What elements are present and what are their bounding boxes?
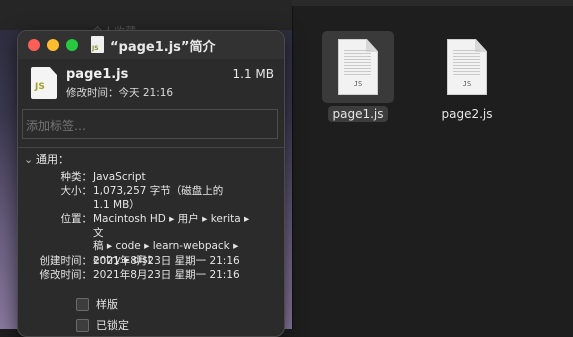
finder-sidebar-top: [0, 0, 292, 30]
stationery-label: 样版: [96, 298, 118, 311]
file-item-page2[interactable]: JS page2.js: [427, 31, 507, 122]
where-label: 位置：: [60, 213, 93, 225]
where-line2: 稿 ▸ code ▸ learn-webpack ▸: [93, 240, 239, 252]
kind-row: 种类： JavaScript: [18, 171, 284, 185]
window-titlebar[interactable]: JS “page1.js”简介: [18, 31, 284, 59]
stationery-option[interactable]: 样版: [76, 296, 118, 312]
locked-checkbox[interactable]: [76, 318, 89, 332]
get-info-window: JS “page1.js”简介 JS page1.js 1.1 MB 修改时间：…: [17, 30, 285, 337]
finder-toolbar-edge: [292, 0, 573, 6]
close-button[interactable]: [28, 39, 40, 51]
info-header: JS page1.js 1.1 MB 修改时间：今天 21:16: [18, 59, 284, 105]
created-row: 创建时间： 2021年8月23日 星期一 21:16: [18, 255, 284, 269]
created-value: 2021年8月23日 星期一 21:16: [93, 255, 240, 267]
created-label: 创建时间：: [39, 255, 93, 267]
size-row: 大小： 1,073,257 字节（磁盘上的 1.1 MB）: [18, 185, 284, 213]
js-file-icon: JS: [91, 36, 104, 53]
size-value-line1: 1,073,257 字节（磁盘上的: [93, 185, 224, 197]
file-icon-tile: JS: [431, 31, 503, 103]
chevron-down-icon: ⌄: [24, 153, 34, 166]
js-document-icon: JS: [338, 39, 378, 95]
file-item-page1[interactable]: JS page1.js: [318, 31, 398, 122]
header-modified-label: 修改时间：: [66, 87, 119, 99]
file-name-label: page1.js: [328, 106, 388, 122]
locked-label: 已锁定: [96, 319, 129, 332]
header-file-name: page1.js: [66, 67, 129, 82]
modified-row: 修改时间： 2021年8月23日 星期一 21:16: [18, 269, 284, 283]
section-general-toggle[interactable]: ⌄ 通用：: [24, 151, 69, 167]
minimize-button[interactable]: [47, 39, 59, 51]
size-value-line2: 1.1 MB）: [93, 198, 140, 211]
section-divider: [18, 147, 284, 148]
tags-input[interactable]: [22, 109, 278, 139]
section-general-label: 通用：: [36, 153, 69, 166]
size-value: 1,073,257 字节（磁盘上的 1.1 MB）: [93, 185, 263, 212]
file-ext-label: JS: [353, 80, 363, 88]
locked-option[interactable]: 已锁定: [76, 317, 129, 333]
js-document-icon: JS: [447, 39, 487, 95]
where-line1: Macintosh HD ▸ 用户 ▸ kerita ▸ 文: [93, 213, 250, 239]
size-label: 大小：: [60, 185, 93, 197]
js-file-icon: JS: [31, 67, 57, 99]
window-title: “page1.js”简介: [110, 40, 216, 55]
header-modified: 修改时间：今天 21:16: [66, 85, 173, 100]
where-row: 位置： Macintosh HD ▸ 用户 ▸ kerita ▸ 文 稿 ▸ c…: [18, 213, 284, 266]
header-modified-value: 今天 21:16: [118, 87, 174, 99]
stationery-checkbox[interactable]: [76, 297, 89, 311]
modified-label: 修改时间：: [39, 269, 93, 281]
file-ext-label: JS: [462, 80, 472, 88]
file-icon-tile: JS: [322, 31, 394, 103]
kind-label: 种类：: [60, 171, 93, 183]
zoom-button[interactable]: [66, 39, 78, 51]
kind-value: JavaScript: [93, 171, 146, 183]
header-file-size: 1.1 MB: [232, 67, 274, 81]
modified-value: 2021年8月23日 星期一 21:16: [93, 269, 240, 281]
file-name-label: page2.js: [441, 107, 493, 121]
